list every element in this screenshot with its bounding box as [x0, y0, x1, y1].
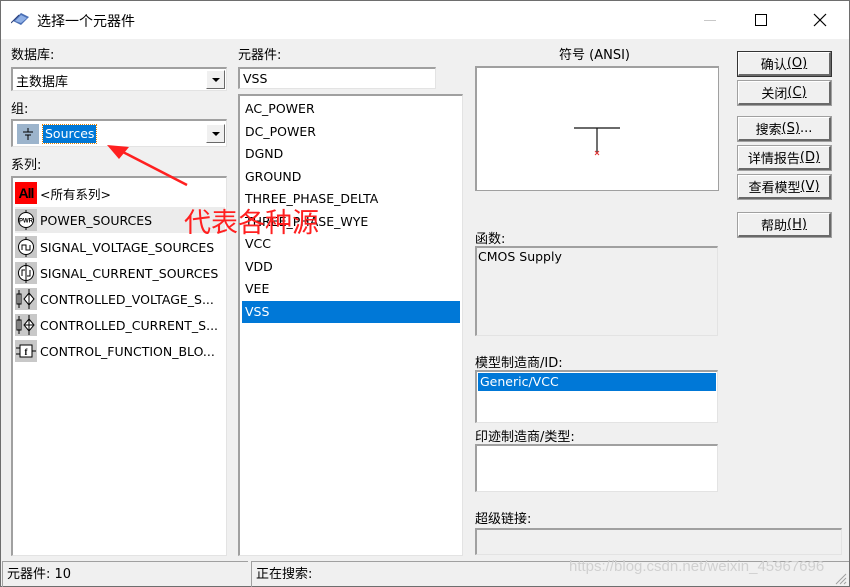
database-dropdown-button[interactable]: [206, 70, 225, 89]
search-button-label: 搜索: [755, 123, 782, 138]
view-model-button[interactable]: 查看模型 (V): [737, 174, 832, 200]
component-list[interactable]: AC_POWER DC_POWER DGND GROUND THREE_PHASE_DE…: [238, 94, 463, 556]
view-model-shortcut: (V): [800, 179, 820, 194]
select-component-dialog: 选择一个元器件 数据库: 主数据库 组: Sources 系列: All <所有…: [0, 0, 850, 587]
component-item[interactable]: VDD: [242, 256, 460, 279]
close-button-label: 关闭: [761, 87, 788, 102]
view-model-label: 查看模型: [748, 181, 801, 196]
component-item[interactable]: DGND: [242, 143, 460, 166]
component-count: 元器件: 10: [2, 561, 248, 587]
title-bar[interactable]: 选择一个元器件: [1, 1, 849, 39]
watermark: https://blog.csdn.net/weixin_45967696: [569, 558, 825, 575]
help-button-shortcut: (H): [787, 217, 807, 232]
model-item-selected[interactable]: Generic/VCC: [478, 373, 716, 391]
series-label: 系列:: [11, 158, 42, 173]
model-manufacturer-label: 模型制造商/ID:: [475, 356, 563, 371]
group-value: Sources: [41, 124, 98, 144]
chevron-down-icon: [211, 131, 220, 136]
series-item-signal-current[interactable]: SIGNAL_CURRENT_SOURCES: [15, 260, 225, 286]
footprint-list[interactable]: [475, 444, 718, 492]
series-item-label: CONTROLLED_CURRENT_S...: [40, 317, 219, 333]
svg-text:PWR: PWR: [19, 219, 34, 225]
function-label: 函数:: [475, 232, 506, 247]
close-button[interactable]: 关闭 (C): [737, 80, 832, 106]
component-item[interactable]: AC_POWER: [242, 98, 460, 121]
component-item[interactable]: VSS: [242, 300, 460, 323]
series-item-control-function[interactable]: f CONTROL_FUNCTION_BLO...: [15, 338, 225, 364]
vss-symbol-icon: [574, 127, 620, 156]
footprint-label: 印迹制造商/类型:: [475, 430, 575, 445]
function-box: CMOS Supply: [475, 246, 718, 336]
power-source-icon: PWR: [15, 209, 37, 231]
search-button-shortcut: (S): [781, 121, 800, 136]
resize-grip-icon[interactable]: [833, 571, 847, 585]
series-item-controlled-current[interactable]: CONTROLLED_CURRENT_S...: [15, 312, 225, 338]
search-button-ellipsis: ...: [800, 121, 813, 136]
multisim-app-icon: [10, 11, 31, 27]
series-item-controlled-voltage[interactable]: CONTROLLED_VOLTAGE_S...: [15, 286, 225, 312]
sources-group-icon: [17, 124, 39, 144]
minimize-icon: [704, 19, 716, 21]
help-button-label: 帮助: [761, 219, 788, 234]
database-label: 数据库:: [11, 48, 55, 63]
model-manufacturer-list[interactable]: Generic/VCC: [475, 370, 718, 423]
ok-button[interactable]: 确认 (O): [737, 51, 832, 77]
annotation-text: 代表各种源: [184, 208, 319, 239]
close-icon: [813, 13, 827, 27]
chevron-down-icon: [211, 77, 220, 82]
series-item-label: SIGNAL_VOLTAGE_SOURCES: [40, 239, 215, 255]
component-item[interactable]: DC_POWER: [242, 121, 460, 144]
detail-report-label: 详情报告: [747, 152, 800, 167]
window-title: 选择一个元器件: [37, 14, 135, 30]
ok-button-label: 确认: [760, 58, 787, 73]
series-item-label: SIGNAL_CURRENT_SOURCES: [40, 265, 219, 281]
series-item-label: CONTROLLED_VOLTAGE_S...: [40, 291, 214, 307]
detail-report-button[interactable]: 详情报告 (D): [737, 145, 832, 171]
close-button-shortcut: (C): [787, 85, 807, 100]
annotation-arrow-icon: [107, 145, 188, 187]
close-window-button[interactable]: [797, 1, 843, 39]
signal-current-icon: [15, 262, 37, 284]
function-value: CMOS Supply: [478, 249, 562, 264]
series-item-label: POWER_SOURCES: [40, 212, 153, 228]
search-button[interactable]: 搜索 (S)...: [737, 116, 832, 142]
component-label: 元器件:: [238, 48, 282, 63]
group-label: 组:: [11, 102, 29, 117]
signal-voltage-icon: [15, 236, 37, 258]
series-item-label: CONTROL_FUNCTION_BLO...: [40, 343, 215, 359]
controlled-current-icon: [15, 314, 37, 336]
function-block-icon: f: [15, 340, 37, 362]
hyperlink-label: 超级链接:: [475, 512, 532, 527]
minimize-button[interactable]: [687, 1, 733, 39]
component-input-value: VSS: [243, 71, 268, 86]
detail-report-shortcut: (D): [799, 150, 821, 165]
group-dropdown-button[interactable]: [206, 124, 225, 143]
all-icon: All: [15, 182, 37, 204]
controlled-voltage-icon: [15, 288, 37, 310]
component-item[interactable]: VEE: [242, 278, 460, 301]
database-value: 主数据库: [16, 75, 69, 90]
help-button[interactable]: 帮助 (H): [737, 212, 832, 238]
component-item[interactable]: GROUND: [242, 166, 460, 189]
database-combobox[interactable]: 主数据库: [11, 67, 227, 91]
component-search-input[interactable]: VSS: [238, 67, 436, 89]
symbol-label: 符号 (ANSI): [559, 48, 630, 63]
symbol-preview: [475, 66, 719, 191]
ok-button-shortcut: (O): [786, 56, 808, 71]
maximize-icon: [755, 14, 767, 26]
hyperlink-field[interactable]: [475, 528, 842, 555]
maximize-button[interactable]: [738, 1, 784, 39]
